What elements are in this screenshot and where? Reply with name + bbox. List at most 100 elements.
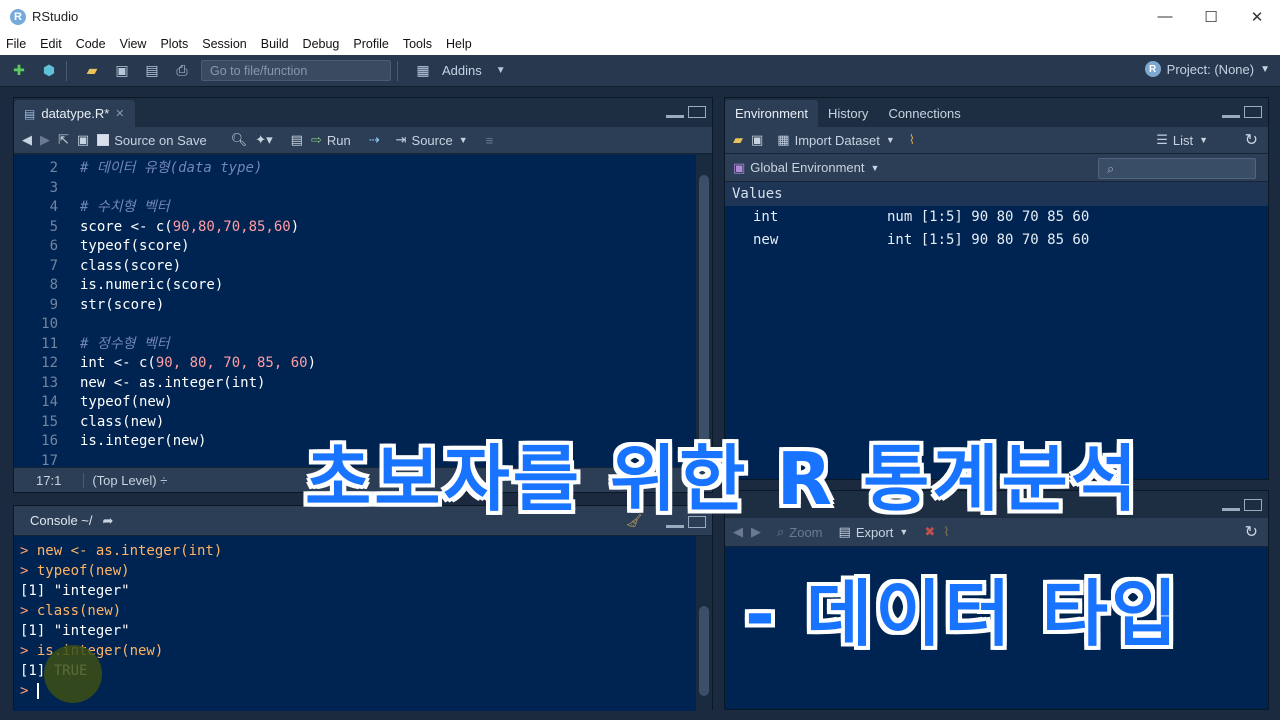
go-to-directory-icon[interactable]: ➦ bbox=[103, 513, 114, 529]
pane-min-max[interactable] bbox=[1222, 499, 1262, 511]
console-output[interactable]: > new <- as.integer(int) > typeof(new) [1]… bbox=[14, 536, 697, 711]
source-on-save-toggle[interactable]: Source on Save bbox=[97, 133, 207, 148]
minimize-button[interactable]: — bbox=[1142, 0, 1188, 33]
menu-help[interactable]: Help bbox=[446, 37, 472, 51]
window-title: RStudio bbox=[32, 9, 79, 24]
console-prompt[interactable]: > bbox=[20, 681, 697, 701]
show-in-window-icon[interactable]: ⇱ bbox=[58, 132, 69, 148]
save-all-icon[interactable]: ▤ bbox=[141, 61, 163, 81]
close-button[interactable]: ✕ bbox=[1234, 0, 1280, 33]
env-row[interactable]: new int [1:5] 90 80 70 85 60 bbox=[725, 229, 1268, 252]
rerun-icon[interactable]: ⇢ bbox=[369, 132, 380, 148]
menu-profile[interactable]: Profile bbox=[353, 37, 388, 51]
editor-toolbar: ◀ ▶ ⇱ ▣ Source on Save 🔍︎ ✦▾ ▤ ⇨ Run ⇢ ⇥ S… bbox=[14, 127, 712, 154]
var-value: int [1:5] 90 80 70 85 60 bbox=[887, 232, 1090, 248]
menu-session[interactable]: Session bbox=[202, 37, 246, 51]
var-value: num [1:5] 90 80 70 85 60 bbox=[887, 209, 1090, 225]
code-text: # 정수형 벡터 bbox=[80, 335, 170, 352]
save-workspace-icon[interactable]: ▣ bbox=[751, 132, 763, 148]
load-workspace-icon[interactable]: ▰ bbox=[733, 132, 743, 148]
env-row[interactable]: int num [1:5] 90 80 70 85 60 bbox=[725, 206, 1268, 229]
code-line[interactable]: 10 bbox=[14, 315, 697, 335]
code-line[interactable]: 8 is.numeric(score) bbox=[14, 276, 697, 296]
project-menu[interactable]: R Project: (None) ▼ bbox=[1144, 61, 1270, 77]
forward-icon[interactable]: ▶ bbox=[40, 132, 50, 148]
tab-datatype-r[interactable]: ▤ datatype.R* ✕ bbox=[14, 100, 135, 127]
code-line[interactable]: 14 typeof(new) bbox=[14, 393, 697, 413]
menu-build[interactable]: Build bbox=[261, 37, 289, 51]
menu-tools[interactable]: Tools bbox=[403, 37, 432, 51]
menu-plots[interactable]: Plots bbox=[160, 37, 188, 51]
line-number: 9 bbox=[49, 296, 58, 313]
back-icon[interactable]: ◀ bbox=[733, 524, 743, 540]
code-line[interactable]: 2 # 데이터 유형(data type) bbox=[14, 159, 697, 179]
line-number: 15 bbox=[41, 413, 58, 430]
menu-file[interactable]: File bbox=[6, 37, 26, 51]
values-header: Values bbox=[725, 182, 1268, 206]
outline-icon[interactable]: ≡ bbox=[486, 133, 494, 148]
code-line[interactable]: 5 score <- c(90,80,70,85,60) bbox=[14, 218, 697, 238]
console-line: > new <- as.integer(int) bbox=[20, 543, 223, 559]
code-text: class(new) bbox=[80, 413, 165, 430]
refresh-icon[interactable]: ↻ bbox=[1245, 522, 1258, 542]
pane-min-max[interactable] bbox=[1222, 106, 1262, 118]
rstudio-logo-icon: R bbox=[10, 8, 26, 25]
var-name: new bbox=[753, 232, 779, 248]
import-dataset-button[interactable]: ▦ Import Dataset ▼ bbox=[777, 132, 894, 148]
code-line[interactable]: 11 # 정수형 벡터 bbox=[14, 335, 697, 355]
global-environment-select[interactable]: ▣ Global Environment ▼ bbox=[733, 160, 879, 176]
save-icon[interactable]: ▣ bbox=[111, 61, 133, 81]
main-toolbar: ✚ ⬢ ▰ ▣ ▤ ⎙ Go to file/function ▦ Addins… bbox=[0, 55, 1280, 87]
env-scope-bar: ▣ Global Environment ▼ ⌕ bbox=[725, 154, 1268, 182]
code-text: new <- as.integer(int) bbox=[80, 374, 266, 391]
print-icon[interactable]: ⎙ bbox=[171, 61, 193, 81]
workspace-panes-icon[interactable]: ▦ bbox=[412, 61, 434, 81]
forward-icon[interactable]: ▶ bbox=[751, 524, 761, 540]
code-tools-icon[interactable]: ✦▾ bbox=[255, 132, 272, 148]
source-button[interactable]: ⇥ Source ▼ bbox=[396, 132, 468, 148]
chevron-down-icon: ▼ bbox=[495, 65, 506, 76]
broom-icon[interactable]: ⌇ bbox=[909, 132, 915, 148]
menu-view[interactable]: View bbox=[120, 37, 147, 51]
back-icon[interactable]: ◀ bbox=[22, 132, 32, 148]
search-icon[interactable]: 🔍︎ bbox=[231, 132, 248, 148]
maximize-button[interactable]: ☐ bbox=[1188, 0, 1234, 33]
new-project-icon[interactable]: ⬢ bbox=[38, 61, 60, 81]
refresh-icon[interactable]: ↻ bbox=[1245, 130, 1258, 150]
export-button[interactable]: ▤ Export ▼ bbox=[839, 524, 909, 540]
menu-debug[interactable]: Debug bbox=[303, 37, 340, 51]
run-button[interactable]: ⇨ Run bbox=[311, 132, 351, 148]
new-file-icon[interactable]: ✚ bbox=[8, 61, 30, 81]
addins-menu[interactable]: Addins bbox=[442, 63, 482, 78]
console-line: > is.integer(new) bbox=[20, 643, 164, 659]
menu-edit[interactable]: Edit bbox=[40, 37, 62, 51]
code-text: score <- c(90,80,70,85,60) bbox=[80, 218, 300, 235]
code-line[interactable]: 3 bbox=[14, 179, 697, 199]
env-search-input[interactable]: ⌕ bbox=[1098, 158, 1256, 179]
compile-report-icon[interactable]: ▤ bbox=[291, 132, 303, 148]
list-view-button[interactable]: ☰ List ▼ bbox=[1156, 132, 1208, 148]
menu-code[interactable]: Code bbox=[76, 37, 106, 51]
open-file-icon[interactable]: ▰ bbox=[81, 61, 103, 81]
broom-icon[interactable]: ⌇ bbox=[943, 524, 949, 540]
go-to-file-input[interactable]: Go to file/function bbox=[201, 60, 391, 81]
code-line[interactable]: 9 str(score) bbox=[14, 296, 697, 316]
code-line[interactable]: 13 new <- as.integer(int) bbox=[14, 374, 697, 394]
code-line[interactable]: 6 typeof(score) bbox=[14, 237, 697, 257]
code-line[interactable]: 12 int <- c(90, 80, 70, 85, 60) bbox=[14, 354, 697, 374]
line-number: 4 bbox=[49, 199, 58, 215]
code-line[interactable]: 7 class(score) bbox=[14, 257, 697, 277]
tab-environment[interactable]: Environment bbox=[725, 100, 818, 127]
line-number: 2 bbox=[49, 160, 58, 176]
line-number: 6 bbox=[49, 238, 58, 254]
scope-selector[interactable]: (Top Level) ÷ bbox=[84, 473, 167, 488]
code-line[interactable]: 4 # 수치형 벡터 bbox=[14, 198, 697, 218]
tab-history[interactable]: History bbox=[817, 100, 879, 127]
console-scrollbar[interactable] bbox=[696, 536, 712, 711]
tab-connections[interactable]: Connections bbox=[878, 100, 971, 127]
zoom-button[interactable]: ⌕ Zoom bbox=[777, 524, 823, 540]
pane-min-max[interactable] bbox=[666, 106, 706, 118]
remove-plot-icon[interactable]: ✖ bbox=[924, 524, 935, 540]
close-tab-icon[interactable]: ✕ bbox=[115, 107, 124, 120]
save-icon[interactable]: ▣ bbox=[77, 132, 89, 148]
